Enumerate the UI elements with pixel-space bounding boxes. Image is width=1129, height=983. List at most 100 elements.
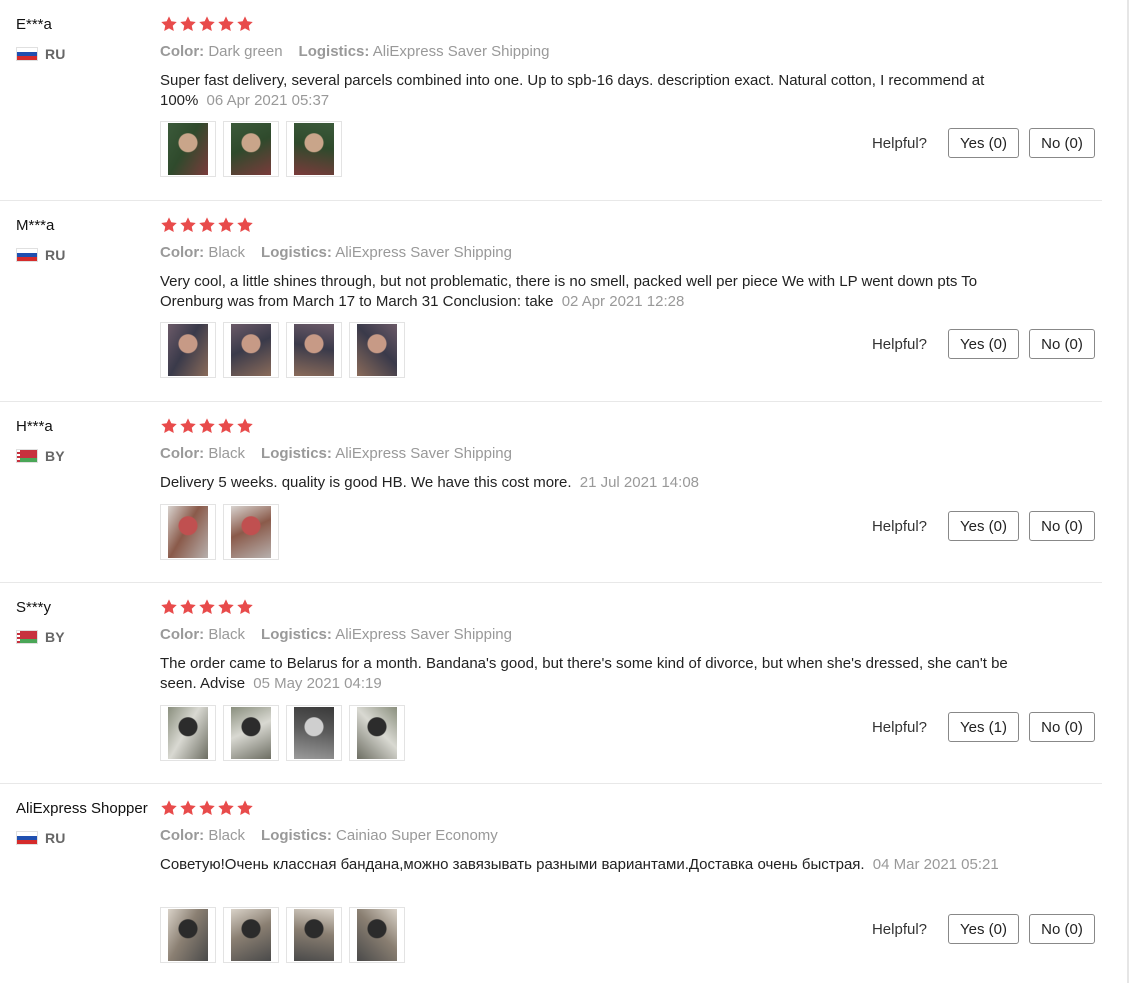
star-icon [198, 799, 217, 817]
helpful-no-button[interactable]: No (0) [1029, 914, 1095, 944]
helpful-no-button[interactable]: No (0) [1029, 511, 1095, 541]
review-date: 21 Jul 2021 14:08 [579, 474, 700, 491]
logistics-value: AliExpress Saver Shipping [372, 43, 550, 60]
review-body: Советую!Очень классная бандана,можно зав… [160, 856, 865, 873]
country-code: RU [45, 247, 66, 263]
reviewer-name: AliExpress Shopper [16, 800, 148, 817]
review-photos [160, 705, 412, 761]
helpful-label: Helpful? [871, 134, 928, 152]
star-icon [179, 598, 198, 616]
review-photo-thumbnail[interactable] [160, 705, 216, 761]
star-icon [236, 799, 255, 817]
review-photo-thumbnail[interactable] [223, 322, 279, 378]
photo-image [168, 909, 208, 961]
review-photos [160, 322, 412, 378]
photo-image [357, 707, 397, 759]
review-item: E***a RU Color: Dark green Logistics: Ali… [0, 0, 1102, 201]
review-meta: Color: Black Logistics: AliExpress Saver … [160, 445, 512, 462]
review-photo-thumbnail[interactable] [286, 322, 342, 378]
country-code: BY [45, 629, 65, 645]
star-icon [236, 417, 255, 435]
country-code: RU [45, 830, 66, 846]
country-code: BY [45, 448, 65, 464]
review-date: 05 May 2021 04:19 [253, 675, 382, 692]
helpful-votes: Helpful? Yes (0) No (0) [872, 511, 1095, 541]
review-meta: Color: Black Logistics: Cainiao Super Eco… [160, 827, 498, 844]
color-value: Black [208, 445, 246, 462]
star-icon [160, 799, 179, 817]
country-code: RU [45, 46, 66, 62]
review-photo-thumbnail[interactable] [349, 705, 405, 761]
review-photo-thumbnail[interactable] [286, 121, 342, 177]
color-label: Color: [160, 43, 205, 60]
review-body: Delivery 5 weeks. quality is good HB. We… [160, 474, 572, 491]
review-item: M***a RU Color: Black Logistics: AliExpre… [0, 201, 1102, 402]
helpful-yes-button[interactable]: Yes (0) [948, 329, 1019, 359]
photo-image [168, 324, 208, 376]
review-photos [160, 121, 349, 177]
review-photo-thumbnail[interactable] [223, 705, 279, 761]
helpful-no-button[interactable]: No (0) [1029, 128, 1095, 158]
color-value: Black [208, 626, 246, 643]
review-photo-thumbnail[interactable] [349, 322, 405, 378]
review-photo-thumbnail[interactable] [160, 322, 216, 378]
flag-ru-icon [16, 47, 38, 61]
photo-image [231, 324, 271, 376]
photo-image [168, 707, 208, 759]
review-meta: Color: Black Logistics: AliExpress Saver … [160, 626, 512, 643]
review-photo-thumbnail[interactable] [160, 121, 216, 177]
review-photo-thumbnail[interactable] [160, 907, 216, 963]
review-meta: Color: Dark green Logistics: AliExpress S… [160, 43, 550, 60]
helpful-yes-button[interactable]: Yes (0) [948, 128, 1019, 158]
review-text: Delivery 5 weeks. quality is good HB. We… [160, 473, 1010, 493]
star-icon [217, 598, 236, 616]
star-icon [236, 15, 255, 33]
photo-image [357, 909, 397, 961]
review-photo-thumbnail[interactable] [160, 504, 216, 560]
flag-ru-icon [16, 831, 38, 845]
helpful-label: Helpful? [871, 920, 928, 938]
reviewer-name: S***y [16, 599, 52, 616]
review-item: H***a BY Color: Black Logistics: AliExpre… [0, 402, 1102, 583]
star-icon [198, 216, 217, 234]
star-icon [217, 216, 236, 234]
review-date: 06 Apr 2021 05:37 [206, 92, 330, 109]
reviewer-name: H***a [16, 418, 53, 435]
star-rating [160, 15, 255, 35]
helpful-votes: Helpful? Yes (0) No (0) [872, 329, 1095, 359]
review-photo-thumbnail[interactable] [349, 907, 405, 963]
helpful-yes-button[interactable]: Yes (1) [948, 712, 1019, 742]
helpful-no-button[interactable]: No (0) [1029, 712, 1095, 742]
photo-image [294, 707, 334, 759]
color-label: Color: [160, 445, 205, 462]
review-photo-thumbnail[interactable] [286, 705, 342, 761]
star-icon [236, 598, 255, 616]
review-text: The order came to Belarus for a month. B… [160, 654, 1010, 694]
review-photo-thumbnail[interactable] [223, 504, 279, 560]
star-rating [160, 216, 255, 236]
logistics-value: AliExpress Saver Shipping [335, 244, 512, 261]
star-icon [160, 417, 179, 435]
helpful-label: Helpful? [871, 517, 928, 535]
review-photo-thumbnail[interactable] [223, 121, 279, 177]
color-label: Color: [160, 827, 205, 844]
photo-image [231, 506, 271, 558]
color-value: Black [208, 827, 246, 844]
review-photo-thumbnail[interactable] [286, 907, 342, 963]
star-icon [236, 216, 255, 234]
review-text: Very cool, a little shines through, but … [160, 272, 1010, 312]
helpful-no-button[interactable]: No (0) [1029, 329, 1095, 359]
logistics-value: AliExpress Saver Shipping [335, 626, 512, 643]
flag-ru-icon [16, 248, 38, 262]
review-text: Советую!Очень классная бандана,можно зав… [160, 855, 1010, 875]
helpful-yes-button[interactable]: Yes (0) [948, 914, 1019, 944]
review-meta: Color: Black Logistics: AliExpress Saver … [160, 244, 512, 261]
color-label: Color: [160, 244, 205, 261]
logistics-label: Logistics: [261, 827, 332, 844]
star-icon [198, 598, 217, 616]
review-item: AliExpress Shopper RU Color: Black Logist… [0, 784, 1102, 983]
helpful-yes-button[interactable]: Yes (0) [948, 511, 1019, 541]
star-icon [198, 417, 217, 435]
star-icon [160, 15, 179, 33]
review-photo-thumbnail[interactable] [223, 907, 279, 963]
